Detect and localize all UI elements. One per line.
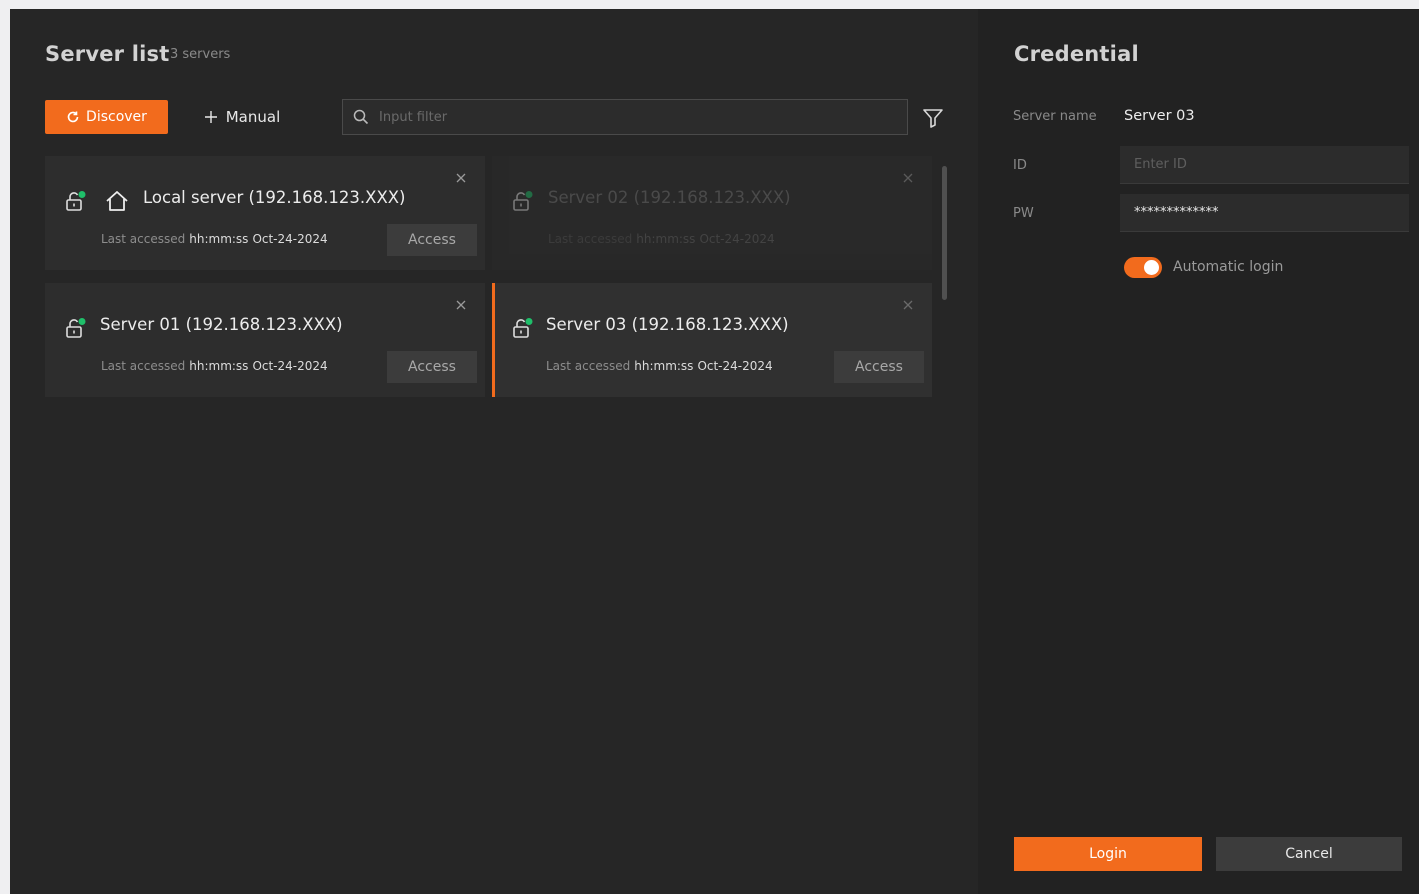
last-accessed-date: Oct-24-2024 — [252, 359, 328, 373]
server-name-label: Server name — [1013, 109, 1097, 124]
manual-label: Manual — [225, 108, 281, 126]
last-accessed-time: hh:mm:ss — [189, 359, 249, 373]
search-icon — [353, 109, 369, 125]
refresh-icon — [67, 111, 79, 123]
close-icon[interactable] — [455, 172, 467, 184]
unlock-online-icon — [66, 318, 86, 338]
search-box — [342, 99, 908, 135]
plus-icon — [204, 111, 217, 123]
last-accessed-date: Oct-24-2024 — [697, 359, 773, 373]
access-button[interactable]: Access — [387, 224, 477, 256]
server-name: Local server (192.168.123.XXX) — [143, 188, 406, 207]
last-accessed: Last accessed hh:mm:ss Oct-24-2024 — [548, 232, 775, 246]
manual-add-button[interactable]: Manual — [192, 100, 292, 134]
server-card-03-selected[interactable]: Server 03 (192.168.123.XXX) Last accesse… — [492, 283, 932, 397]
server-name: Server 02 (192.168.123.XXX) — [548, 188, 791, 207]
server-card-local[interactable]: Local server (192.168.123.XXX) Last acce… — [45, 156, 485, 270]
access-button[interactable]: Access — [387, 351, 477, 383]
search-input[interactable] — [379, 109, 879, 125]
credential-title: Credential — [1014, 42, 1139, 66]
login-button[interactable]: Login — [1014, 837, 1202, 871]
server-name: Server 01 (192.168.123.XXX) — [100, 315, 343, 334]
toggle-knob — [1144, 260, 1159, 275]
server-dialog: Server list 3 servers Discover Manual Lo… — [10, 9, 1419, 894]
access-button[interactable]: Access — [834, 351, 924, 383]
last-accessed-label: Last accessed — [546, 359, 631, 373]
credential-panel — [978, 9, 1419, 894]
unlock-online-icon — [513, 318, 533, 338]
last-accessed: Last accessed hh:mm:ss Oct-24-2024 — [101, 359, 328, 373]
last-accessed-label: Last accessed — [101, 232, 186, 246]
last-accessed-time: hh:mm:ss — [189, 232, 249, 246]
automatic-login-toggle[interactable] — [1124, 257, 1162, 278]
id-label: ID — [1013, 158, 1027, 173]
server-list-title: Server list — [45, 42, 170, 66]
close-icon[interactable] — [902, 172, 914, 184]
close-icon[interactable] — [902, 299, 914, 311]
server-name-value: Server 03 — [1124, 108, 1195, 124]
last-accessed: Last accessed hh:mm:ss Oct-24-2024 — [546, 359, 773, 373]
password-field[interactable] — [1120, 194, 1409, 232]
id-field[interactable] — [1120, 146, 1409, 184]
last-accessed-time: hh:mm:ss — [634, 359, 694, 373]
cancel-button[interactable]: Cancel — [1216, 837, 1402, 871]
automatic-login-label: Automatic login — [1173, 259, 1284, 275]
filter-icon — [923, 109, 943, 128]
server-card-02[interactable]: Server 02 (192.168.123.XXX) Last accesse… — [492, 156, 932, 270]
server-count: 3 servers — [170, 47, 231, 62]
server-list-panel: Server list 3 servers Discover Manual Lo… — [10, 9, 978, 894]
server-name: Server 03 (192.168.123.XXX) — [546, 315, 789, 334]
last-accessed-label: Last accessed — [101, 359, 186, 373]
unlock-online-icon — [513, 191, 533, 211]
last-accessed-time: hh:mm:ss — [636, 232, 696, 246]
unlock-online-icon — [66, 191, 86, 211]
discover-label: Discover — [86, 109, 147, 125]
last-accessed-label: Last accessed — [548, 232, 633, 246]
home-icon — [106, 191, 128, 211]
last-accessed-date: Oct-24-2024 — [699, 232, 775, 246]
close-icon[interactable] — [455, 299, 467, 311]
pw-label: PW — [1013, 206, 1034, 221]
last-accessed-date: Oct-24-2024 — [252, 232, 328, 246]
discover-button[interactable]: Discover — [45, 100, 168, 134]
server-card-01[interactable]: Server 01 (192.168.123.XXX) Last accesse… — [45, 283, 485, 397]
filter-button[interactable] — [920, 105, 946, 131]
scrollbar[interactable] — [942, 166, 947, 300]
last-accessed: Last accessed hh:mm:ss Oct-24-2024 — [101, 232, 328, 246]
